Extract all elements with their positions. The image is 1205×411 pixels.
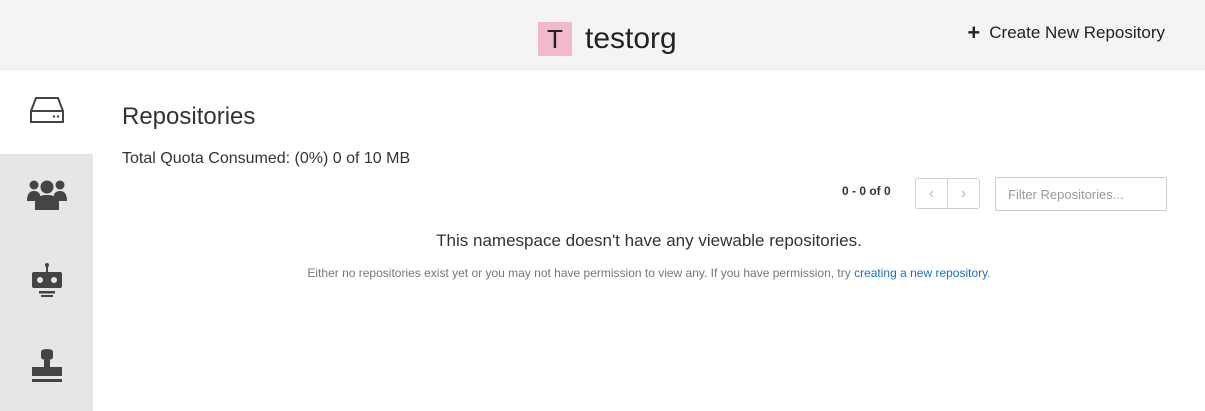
quota-consumed-text: Total Quota Consumed: (0%) 0 of 10 MB xyxy=(122,150,411,167)
pagination-controls: ‹ › xyxy=(915,178,980,209)
empty-state-description-suffix: . xyxy=(987,266,991,280)
chevron-right-icon: › xyxy=(960,184,967,202)
page-title: Repositories xyxy=(122,103,256,130)
main-content: Repositories Total Quota Consumed: (0%) … xyxy=(93,70,1205,411)
pagination-count: 0 - 0 of 0 xyxy=(842,184,891,198)
hard-drive-icon xyxy=(29,95,65,130)
users-group-icon xyxy=(26,177,67,216)
stamp-icon xyxy=(30,348,64,388)
previous-page-button[interactable]: ‹ xyxy=(915,178,948,209)
filter-repositories-input[interactable] xyxy=(995,177,1167,211)
sidebar-item-default-permissions[interactable] xyxy=(0,325,93,411)
sidebar-item-robot-accounts[interactable] xyxy=(0,239,93,325)
empty-state-description: Either no repositories exist yet or you … xyxy=(93,266,1205,280)
empty-state-description-text: Either no repositories exist yet or you … xyxy=(307,266,855,280)
empty-state-title: This namespace doesn't have any viewable… xyxy=(436,231,862,250)
org-avatar: T xyxy=(538,22,572,56)
create-new-repository-button[interactable]: + Create New Repository xyxy=(967,20,1165,45)
sidebar xyxy=(0,70,93,411)
robot-icon xyxy=(30,262,64,303)
plus-icon: + xyxy=(967,20,981,45)
create-repository-link[interactable]: creating a new repository xyxy=(854,266,987,280)
next-page-button[interactable]: › xyxy=(947,178,980,209)
sidebar-item-teams[interactable] xyxy=(0,154,93,239)
sidebar-item-repositories[interactable] xyxy=(0,70,93,154)
org-title: T testorg xyxy=(538,22,677,56)
org-name: testorg xyxy=(585,22,677,55)
create-new-repository-label: Create New Repository xyxy=(989,23,1165,42)
org-header: T testorg + Create New Repository xyxy=(0,0,1205,70)
chevron-left-icon: ‹ xyxy=(928,184,935,202)
